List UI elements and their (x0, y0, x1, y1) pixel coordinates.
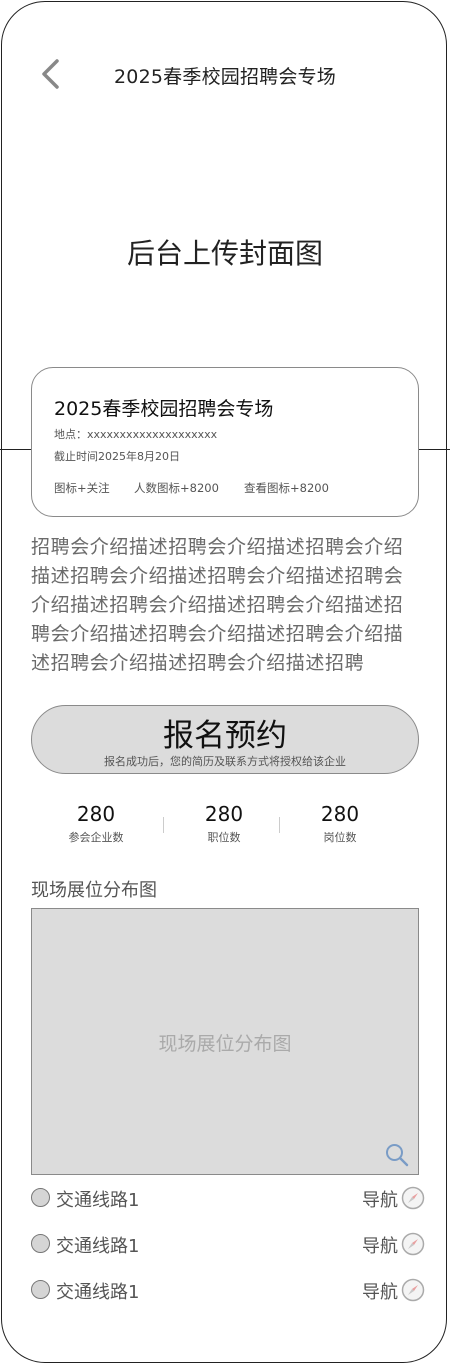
navigate-button[interactable]: 导航 (355, 1232, 425, 1258)
signup-button[interactable]: 报名预约 报名成功后，您的简历及联系方式将授权给该企业 (31, 705, 419, 774)
people-count: 人数图标+8200 (134, 481, 219, 495)
stat-jobs: 280 岗位数 (280, 802, 400, 845)
stat-value: 280 (76, 802, 116, 826)
event-info-card: 2025春季校园招聘会专场 地点：xxxxxxxxxxxxxxxxxxxx 截止… (31, 367, 419, 517)
stat-companies: 280 参会企业数 (36, 802, 156, 845)
navigate-button[interactable]: 导航 (355, 1186, 425, 1212)
route-label: 交通线路1 (56, 1190, 140, 1211)
compass-icon (401, 1278, 425, 1302)
route-radio[interactable] (31, 1188, 50, 1207)
route-label: 交通线路1 (56, 1282, 140, 1303)
stat-value: 280 (320, 802, 360, 826)
page-title: 2025春季校园招聘会专场 (114, 66, 336, 88)
stat-label: 岗位数 (323, 831, 357, 844)
event-description: 招聘会介绍描述招聘会介绍描述招聘会介绍描述招聘会介绍描述招聘会介绍描述招聘会介绍… (31, 536, 404, 674)
stat-value: 280 (204, 802, 244, 826)
booth-map-heading: 现场展位分布图 (31, 880, 157, 901)
booth-map[interactable]: 现场展位分布图 (31, 908, 419, 1175)
magnifier-icon[interactable] (384, 1142, 410, 1168)
stat-label: 参会企业数 (68, 831, 124, 844)
booth-map-placeholder: 现场展位分布图 (158, 1033, 292, 1055)
view-count: 查看图标+8200 (244, 481, 329, 495)
navigate-button[interactable]: 导航 (355, 1278, 425, 1304)
divider-left (0, 449, 31, 450)
route-radio[interactable] (31, 1234, 50, 1253)
route-row: 交通线路1 导航 (31, 1186, 425, 1212)
navigate-label: 导航 (362, 1190, 398, 1211)
event-deadline: 截止时间2025年8月20日 (54, 450, 180, 463)
route-row: 交通线路1 导航 (31, 1278, 425, 1304)
divider-right (419, 449, 450, 450)
navigate-label: 导航 (362, 1236, 398, 1257)
stat-positions: 280 职位数 (164, 802, 284, 845)
stat-label: 职位数 (207, 831, 241, 844)
signup-label: 报名预约 (163, 718, 287, 754)
follow-button[interactable]: 图标+关注 (54, 480, 110, 496)
cover-image-placeholder: 后台上传封面图 (126, 237, 323, 270)
event-title: 2025春季校园招聘会专场 (54, 398, 274, 420)
compass-icon (401, 1186, 425, 1210)
route-row: 交通线路1 导航 (31, 1232, 425, 1258)
route-radio[interactable] (31, 1280, 50, 1299)
event-location: 地点：xxxxxxxxxxxxxxxxxxxx (54, 428, 218, 441)
route-label: 交通线路1 (56, 1236, 140, 1257)
navigate-label: 导航 (362, 1282, 398, 1303)
signup-note: 报名成功后，您的简历及联系方式将授权给该企业 (104, 755, 346, 768)
compass-icon (401, 1232, 425, 1256)
